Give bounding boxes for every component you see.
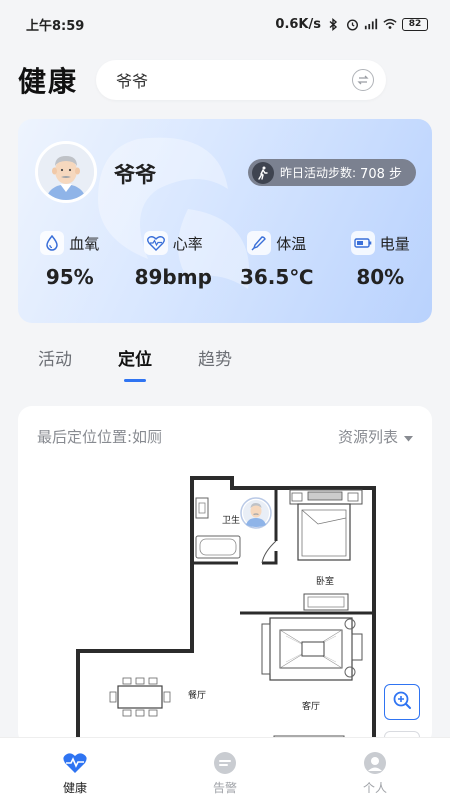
- vital-value: 89bmp: [134, 265, 212, 289]
- network-speed: 0.6K/s: [275, 16, 321, 32]
- header: 健康: [18, 58, 432, 102]
- vital-label: 血氧: [69, 234, 100, 253]
- heart-pulse-icon: [62, 750, 88, 776]
- vital-label: 体温: [276, 234, 307, 253]
- status-time: 上午8:59: [26, 18, 85, 34]
- steps-badge: 昨日活动步数: 708 步: [248, 159, 416, 186]
- room-label-dining: 餐厅: [188, 689, 206, 701]
- vital-heart-rate[interactable]: 心率 89bmp: [122, 231, 226, 289]
- zoom-in-button[interactable]: [384, 684, 420, 720]
- tab-activity[interactable]: 活动: [38, 345, 72, 382]
- person-icon: [362, 750, 388, 776]
- avatar: [35, 141, 97, 203]
- location-map-card: 卫生 卧室 餐厅 客厅 最后定位位置:如厕 资源列表: [18, 406, 432, 746]
- nav-label: 健康: [62, 781, 87, 795]
- resource-list-dropdown[interactable]: 资源列表: [338, 426, 413, 447]
- room-label-living: 客厅: [302, 700, 320, 712]
- nav-health[interactable]: 健康: [0, 738, 150, 800]
- card-decoration: [98, 137, 250, 289]
- search-input[interactable]: [116, 70, 352, 90]
- vital-value: 80%: [356, 265, 405, 289]
- switch-member-icon[interactable]: [352, 69, 374, 91]
- wifi-icon: [383, 18, 397, 31]
- zoom-in-icon: [392, 690, 412, 714]
- vital-label: 心率: [172, 234, 203, 253]
- droplet-icon: [40, 231, 65, 255]
- vital-label: 电量: [379, 234, 410, 253]
- last-location-text: 最后定位位置:如厕: [37, 428, 163, 446]
- nav-profile[interactable]: 个人: [300, 738, 450, 800]
- nav-label: 告警: [212, 781, 237, 795]
- vital-value: 36.5℃: [239, 265, 314, 289]
- tab-bar: 活动 定位 趋势: [38, 345, 278, 382]
- steps-value: 708 步: [360, 167, 402, 182]
- alert-icon: [212, 750, 238, 776]
- steps-label: 昨日活动步数:: [280, 166, 357, 180]
- tab-location[interactable]: 定位: [118, 345, 152, 382]
- alarm-icon: [345, 18, 359, 31]
- person-name: 爷爷: [114, 163, 156, 187]
- battery-icon: [350, 231, 375, 255]
- nav-label: 个人: [362, 781, 387, 795]
- bottom-nav: 健康 告警 个人: [0, 737, 450, 800]
- member-search[interactable]: [96, 60, 386, 100]
- nav-alert[interactable]: 告警: [150, 738, 300, 800]
- battery-status: 82: [402, 17, 428, 31]
- signal-icon: [364, 18, 378, 31]
- walking-icon: [252, 161, 274, 184]
- location-marker[interactable]: [240, 497, 272, 529]
- room-label-bathroom: 卫生: [222, 514, 240, 526]
- status-bar: 上午8:59 0.6K/s 82: [0, 0, 450, 48]
- bluetooth-icon: [326, 17, 340, 31]
- vitals-row: 血氧 95% 心率 89bmp 体温 36.5℃ 电量 80%: [18, 231, 432, 289]
- tab-trend[interactable]: 趋势: [198, 345, 232, 382]
- resource-list-label: 资源列表: [337, 428, 398, 446]
- floor-plan[interactable]: 卫生 卧室 餐厅 客厅: [18, 406, 432, 746]
- room-label-bedroom: 卧室: [316, 575, 334, 587]
- vital-value: 95%: [45, 265, 94, 289]
- thermometer-icon: [247, 231, 272, 255]
- vital-blood-oxygen[interactable]: 血氧 95%: [18, 231, 122, 289]
- caret-down-icon: [404, 428, 413, 446]
- vital-battery[interactable]: 电量 80%: [329, 231, 433, 289]
- status-icons: 0.6K/s 82: [275, 17, 428, 32]
- vital-temperature[interactable]: 体温 36.5℃: [225, 231, 329, 289]
- profile-card[interactable]: 爷爷 昨日活动步数: 708 步 血氧 95% 心率 89bmp 体温 36.5…: [18, 119, 432, 323]
- heart-rate-icon: [143, 231, 168, 255]
- page-title: 健康: [18, 65, 79, 98]
